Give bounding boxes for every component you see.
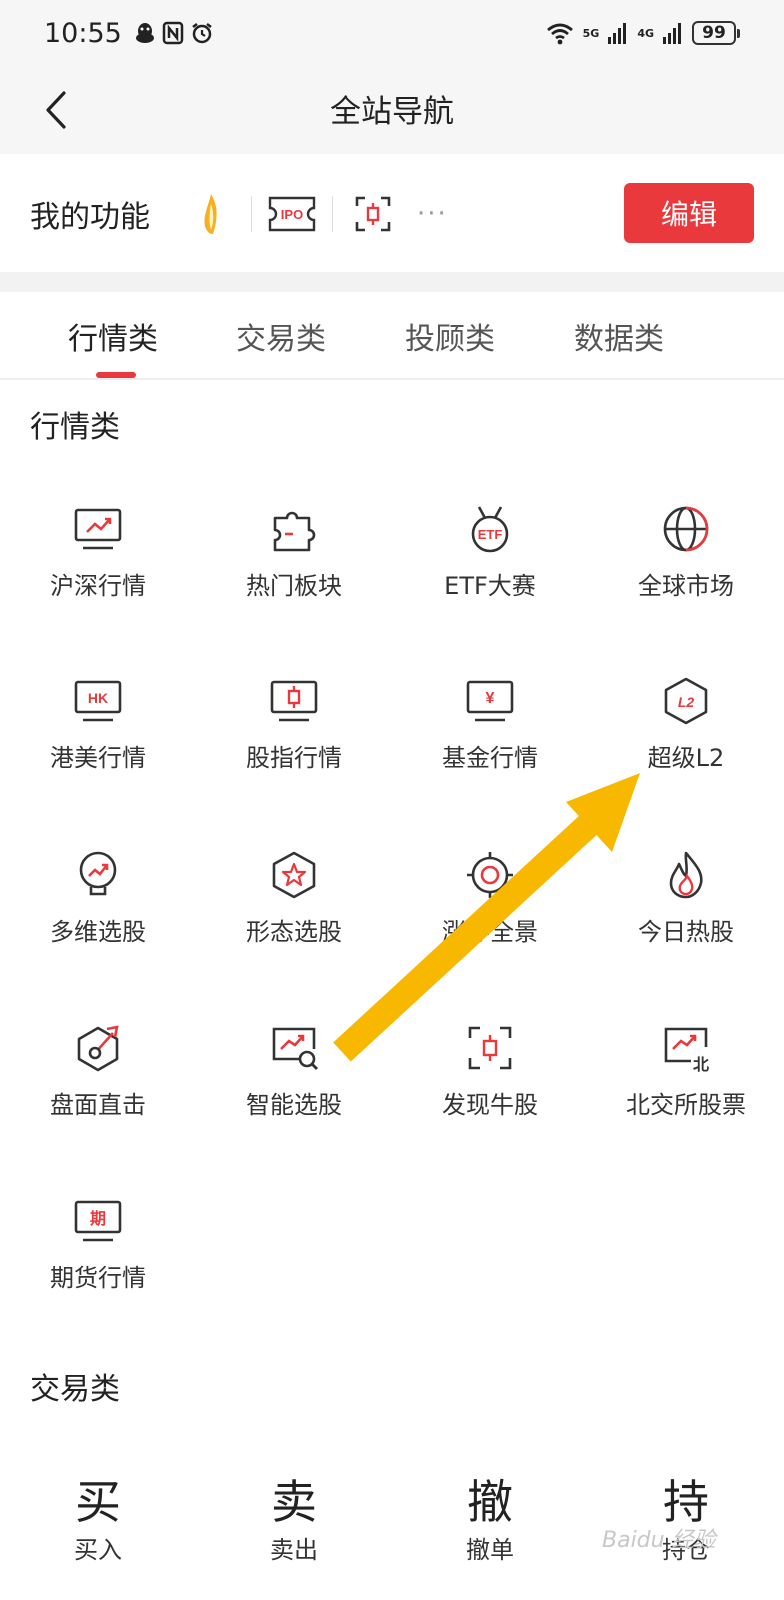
section-title-trade: 交易类 bbox=[30, 1372, 120, 1407]
grid-item-index-market[interactable]: 股指行情 bbox=[196, 676, 392, 796]
monitor-chart-icon bbox=[74, 508, 122, 550]
signal-4g-icon bbox=[663, 23, 681, 44]
sell-glyph-icon: 卖 bbox=[271, 1475, 317, 1529]
grid-item-multi-screen[interactable]: 多维选股 bbox=[0, 850, 196, 970]
scan-candle-icon bbox=[468, 1026, 512, 1070]
hk-badge-text: HK bbox=[88, 690, 108, 706]
nfc-icon bbox=[162, 21, 184, 45]
wifi-icon bbox=[546, 23, 573, 45]
grid-item-pattern-screen[interactable]: 形态选股 bbox=[196, 850, 392, 970]
futures-badge-text: 期 bbox=[90, 1209, 106, 1228]
flame-icon bbox=[204, 194, 217, 234]
grid-item-global-market[interactable]: 全球市场 bbox=[588, 504, 784, 624]
alarm-icon bbox=[192, 23, 212, 44]
grid-item-hot-stocks[interactable]: 今日热股 bbox=[588, 850, 784, 970]
etf-badge-text: ETF bbox=[478, 527, 503, 542]
grid-item-market-direct[interactable]: 盘面直击 bbox=[0, 1023, 196, 1143]
battery-level: 99 bbox=[692, 21, 736, 45]
status-time: 10:55 bbox=[44, 17, 122, 49]
tab-trade[interactable]: 交易类 bbox=[236, 314, 326, 358]
futures-monitor-icon: 期 bbox=[74, 1200, 122, 1242]
edit-button[interactable]: 编辑 bbox=[624, 183, 754, 243]
globe-icon bbox=[663, 506, 709, 552]
signal-4g-label: 4G bbox=[637, 26, 654, 40]
target-icon bbox=[467, 852, 513, 898]
grid-item-limit-up[interactable]: 涨停全景 bbox=[392, 850, 588, 970]
puzzle-icon bbox=[273, 511, 316, 552]
tab-data[interactable]: 数据类 bbox=[574, 314, 664, 358]
signal-5g-label: 5G bbox=[582, 26, 600, 40]
buy-glyph-icon: 买 bbox=[75, 1475, 121, 1529]
tab-market[interactable]: 行情类 bbox=[68, 314, 158, 358]
trade-item-buy[interactable]: 买 买入 bbox=[0, 1466, 196, 1576]
battery-icon: 99 bbox=[692, 21, 740, 45]
shortcut-ipo-item[interactable]: IPO bbox=[266, 188, 318, 240]
cancel-glyph-icon: 撤 bbox=[467, 1475, 513, 1529]
grid-item-super-l2[interactable]: L2 超级L2 bbox=[588, 676, 784, 796]
hk-monitor-icon: HK bbox=[74, 680, 122, 722]
status-bar: 10:55 5G 4G 99 bbox=[0, 0, 784, 66]
etf-medal-icon: ETF bbox=[471, 506, 509, 553]
qq-icon bbox=[135, 23, 154, 43]
grid-item-discover-bull[interactable]: 发现牛股 bbox=[392, 1023, 588, 1143]
grid-item-futures-market[interactable]: 期 期货行情 bbox=[0, 1196, 196, 1316]
yen-badge-text: ¥ bbox=[486, 690, 495, 707]
grid-item-hushen-market[interactable]: 沪深行情 bbox=[0, 504, 196, 624]
my-functions-label: 我的功能 bbox=[30, 200, 150, 235]
category-tabs: 行情类 交易类 投顾类 数据类 bbox=[0, 292, 784, 380]
trade-item-sell[interactable]: 卖 卖出 bbox=[196, 1466, 392, 1576]
more-functions-indicator: ··· bbox=[417, 199, 448, 229]
grid-item-fund-market[interactable]: ¥ 基金行情 bbox=[392, 676, 588, 796]
scan-candle-icon bbox=[355, 196, 391, 232]
bulb-chart-icon bbox=[79, 851, 117, 896]
trade-item-cancel[interactable]: 撤 撤单 bbox=[392, 1466, 588, 1576]
shortcut-flame-item[interactable] bbox=[185, 188, 237, 240]
ipo-ticket-icon: IPO bbox=[268, 196, 316, 232]
my-functions-bar: 我的功能 IPO ··· 编辑 bbox=[0, 154, 784, 272]
trade-item-position[interactable]: 持 持仓 bbox=[588, 1466, 784, 1576]
grid-item-hot-sectors[interactable]: 热门板块 bbox=[196, 504, 392, 624]
bse-chart-icon: 北 bbox=[664, 1027, 709, 1073]
ipo-text: IPO bbox=[281, 207, 303, 222]
hexagon-l2-icon: L2 bbox=[664, 677, 708, 725]
hexagon-star-icon bbox=[272, 851, 316, 899]
grid-item-smart-screen[interactable]: 智能选股 bbox=[196, 1023, 392, 1143]
watermark: Baidu 经验 bbox=[602, 1528, 716, 1553]
hexagon-dart-icon bbox=[77, 1025, 119, 1072]
section-title-market: 行情类 bbox=[30, 410, 120, 445]
fire-icon bbox=[669, 851, 703, 899]
grid-item-etf-contest[interactable]: ETF ETF大赛 bbox=[392, 504, 588, 624]
signal-5g-icon bbox=[608, 23, 627, 44]
l2-badge-text: L2 bbox=[678, 694, 695, 710]
tab-advisor[interactable]: 投顾类 bbox=[405, 314, 495, 358]
active-tab-indicator bbox=[96, 372, 136, 378]
chart-search-icon bbox=[272, 1027, 318, 1070]
nav-bar: 全站导航 bbox=[0, 66, 784, 154]
grid-item-bse-stocks[interactable]: 北 北交所股票 bbox=[588, 1023, 784, 1143]
grid-item-hk-us-market[interactable]: HK 港美行情 bbox=[0, 676, 196, 796]
shortcut-discover-item[interactable] bbox=[347, 188, 399, 240]
candle-monitor-icon bbox=[270, 680, 318, 722]
bse-badge-text: 北 bbox=[693, 1055, 709, 1073]
page-title: 全站导航 bbox=[330, 94, 454, 130]
fund-monitor-icon: ¥ bbox=[466, 680, 514, 722]
